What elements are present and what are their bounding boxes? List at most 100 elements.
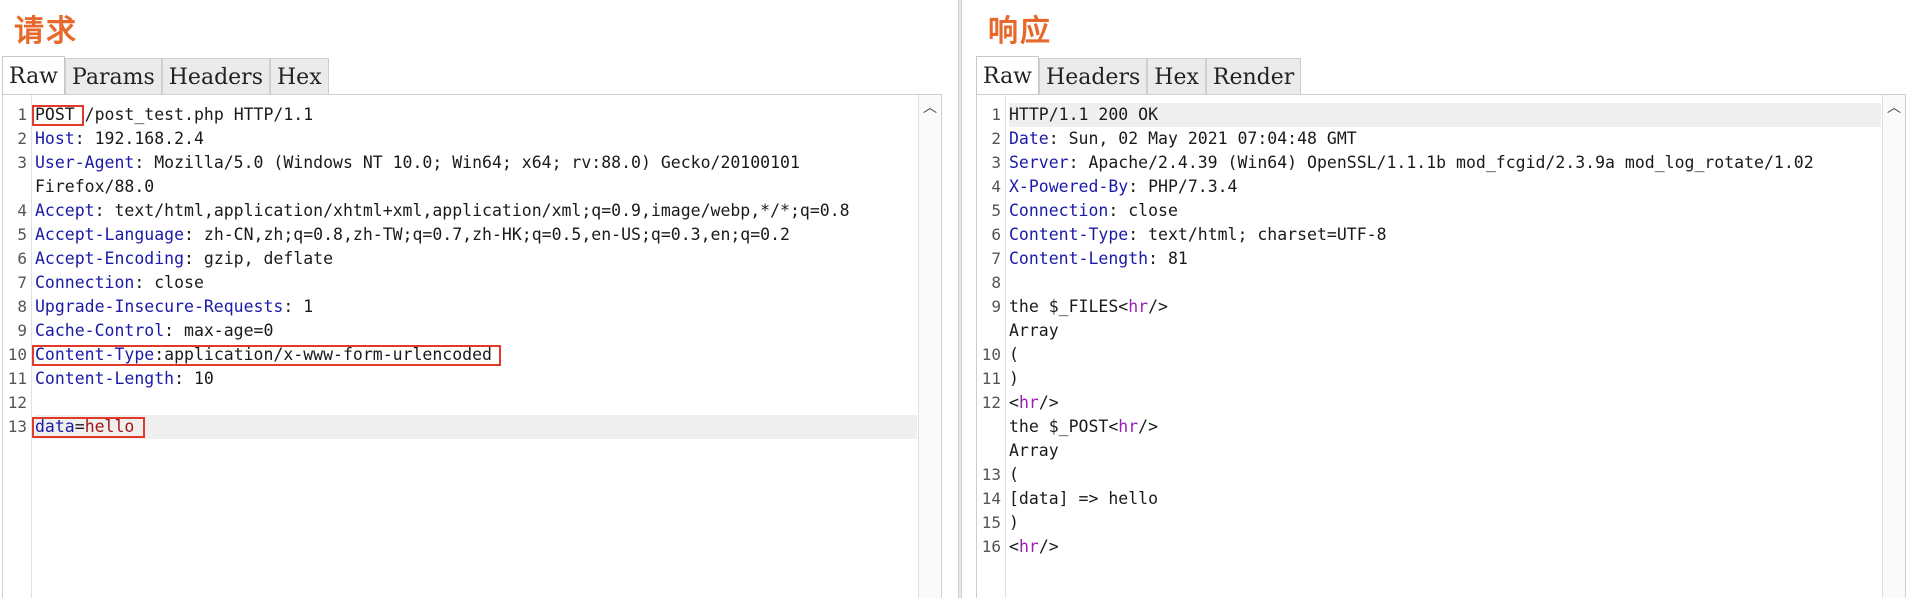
code-text: : text/html; charset=UTF-8 <box>1128 225 1387 244</box>
code-text: : close <box>134 273 204 292</box>
request-line-number: 10 <box>7 345 27 364</box>
header-name: Accept <box>35 201 95 220</box>
request-code-line: Accept-Encoding: gzip, deflate <box>35 247 917 271</box>
code-text: < <box>1009 537 1019 556</box>
code-text: ( <box>1009 465 1019 484</box>
request-line-number: 5 <box>17 225 27 244</box>
response-tab-raw[interactable]: Raw <box>976 56 1040 94</box>
request-line-number: 3 <box>17 153 27 172</box>
code-text: : 192.168.2.4 <box>74 129 204 148</box>
request-code-line: Firefox/88.0 <box>35 175 917 199</box>
header-name: Upgrade-Insecure-Requests <box>35 297 284 316</box>
request-line-number: 13 <box>7 417 27 436</box>
request-code-line: Accept: text/html,application/xhtml+xml,… <box>35 199 917 223</box>
response-line-gutter: 1 2 3 4 5 6 7 8 9 10 11 12 13 14 15 16 <box>977 95 1006 598</box>
code-text: : gzip, deflate <box>184 249 334 268</box>
code-text: : 1 <box>283 297 314 316</box>
response-code-line: ( <box>1009 463 1881 487</box>
request-editor[interactable]: 1 2 3 4 5 6 7 8 9 10 11 12 13 POST /post_test.php HT… <box>2 94 942 598</box>
html-tag: hr <box>1128 297 1149 316</box>
annotation-highlight-box <box>32 105 84 126</box>
response-tabs: Raw Headers Hex Render <box>976 56 1302 94</box>
request-code-line: POST /post_test.php HTTP/1.1 <box>35 103 917 127</box>
header-name: Accept-Language <box>35 225 185 244</box>
request-code-line: Content-Length: 10 <box>35 367 917 391</box>
header-name: Content-Length <box>35 369 175 388</box>
response-line-number: 6 <box>991 225 1001 244</box>
request-code-line: Cache-Control: max-age=0 <box>35 319 917 343</box>
code-text: Array <box>1009 321 1059 340</box>
request-code-line: data=hello <box>35 415 917 439</box>
response-line-number: 4 <box>991 177 1001 196</box>
request-tab-hex[interactable]: Hex <box>269 58 329 94</box>
response-code-line: <hr/> <box>1009 391 1881 415</box>
html-tag: hr <box>1018 537 1039 556</box>
response-code-line: Content-Length: 81 <box>1009 247 1881 271</box>
response-editor[interactable]: 1 2 3 4 5 6 7 8 9 10 11 12 13 14 15 16 HTTP/1.1 200 OK D… <box>976 94 1906 598</box>
response-code-line: ( <box>1009 343 1881 367</box>
html-tag: hr <box>1018 393 1039 412</box>
request-line-number: 12 <box>7 393 27 412</box>
request-tab-raw[interactable]: Raw <box>2 56 66 94</box>
response-code-line: HTTP/1.1 200 OK <box>1009 103 1881 127</box>
request-code-line <box>35 391 917 415</box>
request-line-number: 1 <box>17 105 27 124</box>
response-line-number: 2 <box>991 129 1001 148</box>
response-code-line: Server: Apache/2.4.39 (Win64) OpenSSL/1.… <box>1009 151 1881 175</box>
response-line-number: 3 <box>991 153 1001 172</box>
header-name: Content-Length <box>1009 249 1149 268</box>
code-text: Array <box>1009 441 1059 460</box>
request-scrollbar[interactable]: ︿ <box>918 95 941 598</box>
request-panel: 请求 Raw Params Headers Hex 1 2 3 4 5 6 7 8 9 10 11 12 13… <box>0 0 960 598</box>
response-code-line: the $_FILES<hr/> <box>1009 295 1881 319</box>
response-code-line: the $_POST<hr/> <box>1009 415 1881 439</box>
code-text: : Mozilla/5.0 (Windows NT 10.0; Win64; x… <box>134 153 800 172</box>
response-code-line: Content-Type: text/html; charset=UTF-8 <box>1009 223 1881 247</box>
request-line-number: 9 <box>17 321 27 340</box>
response-line-number: 9 <box>991 297 1001 316</box>
code-text: /> <box>1038 537 1059 556</box>
request-tabs: Raw Params Headers Hex <box>2 56 329 94</box>
response-code[interactable]: HTTP/1.1 200 OK Date: Sun, 02 May 2021 07… <box>1009 103 1881 559</box>
request-code-line: Accept-Language: zh-CN,zh;q=0.8,zh-TW;q=… <box>35 223 917 247</box>
response-code-line: [data] => hello <box>1009 487 1881 511</box>
request-code[interactable]: POST /post_test.php HTTP/1.1 Host: 192.16… <box>35 103 917 439</box>
response-line-number: 8 <box>991 273 1001 292</box>
response-line-number: 7 <box>991 249 1001 268</box>
request-line-number: 7 <box>17 273 27 292</box>
code-text: the $_POST< <box>1009 417 1119 436</box>
response-tab-render[interactable]: Render <box>1205 58 1302 94</box>
scroll-up-arrow-icon[interactable]: ︿ <box>919 97 941 117</box>
response-code-line: <hr/> <box>1009 535 1881 559</box>
response-scrollbar[interactable]: ︿ <box>1882 95 1905 598</box>
code-text: : Sun, 02 May 2021 07:04:48 GMT <box>1048 129 1357 148</box>
scroll-up-arrow-icon[interactable]: ︿ <box>1883 97 1905 117</box>
response-code-line: Date: Sun, 02 May 2021 07:04:48 GMT <box>1009 127 1881 151</box>
request-title: 请求 <box>14 14 78 49</box>
header-name: Connection <box>35 273 135 292</box>
header-name: Cache-Control <box>35 321 165 340</box>
response-tab-headers[interactable]: Headers <box>1039 58 1148 94</box>
response-tab-hex[interactable]: Hex <box>1147 58 1206 94</box>
request-tab-headers[interactable]: Headers <box>161 58 270 94</box>
response-line-number: 15 <box>981 513 1001 532</box>
request-tab-params[interactable]: Params <box>65 58 162 94</box>
code-text: /post_test.php HTTP/1.1 <box>74 105 314 124</box>
code-text: : zh-CN,zh;q=0.8,zh-TW;q=0.7,zh-HK;q=0.5… <box>184 225 790 244</box>
request-line-number: 6 <box>17 249 27 268</box>
response-title: 响应 <box>988 14 1052 49</box>
request-line-number: 2 <box>17 129 27 148</box>
response-line-number: 13 <box>981 465 1001 484</box>
response-code-line: X-Powered-By: PHP/7.3.4 <box>1009 175 1881 199</box>
annotation-highlight-box <box>32 345 501 366</box>
html-tag: hr <box>1118 417 1139 436</box>
code-text: : 81 <box>1148 249 1188 268</box>
response-code-line <box>1009 271 1881 295</box>
request-line-gutter: 1 2 3 4 5 6 7 8 9 10 11 12 13 <box>3 95 32 598</box>
header-name: Server <box>1009 153 1069 172</box>
code-text: /> <box>1038 393 1059 412</box>
code-text: < <box>1009 393 1019 412</box>
request-code-line: Upgrade-Insecure-Requests: 1 <box>35 295 917 319</box>
response-line-number: 11 <box>981 369 1001 388</box>
header-name: Content-Type <box>1009 225 1129 244</box>
